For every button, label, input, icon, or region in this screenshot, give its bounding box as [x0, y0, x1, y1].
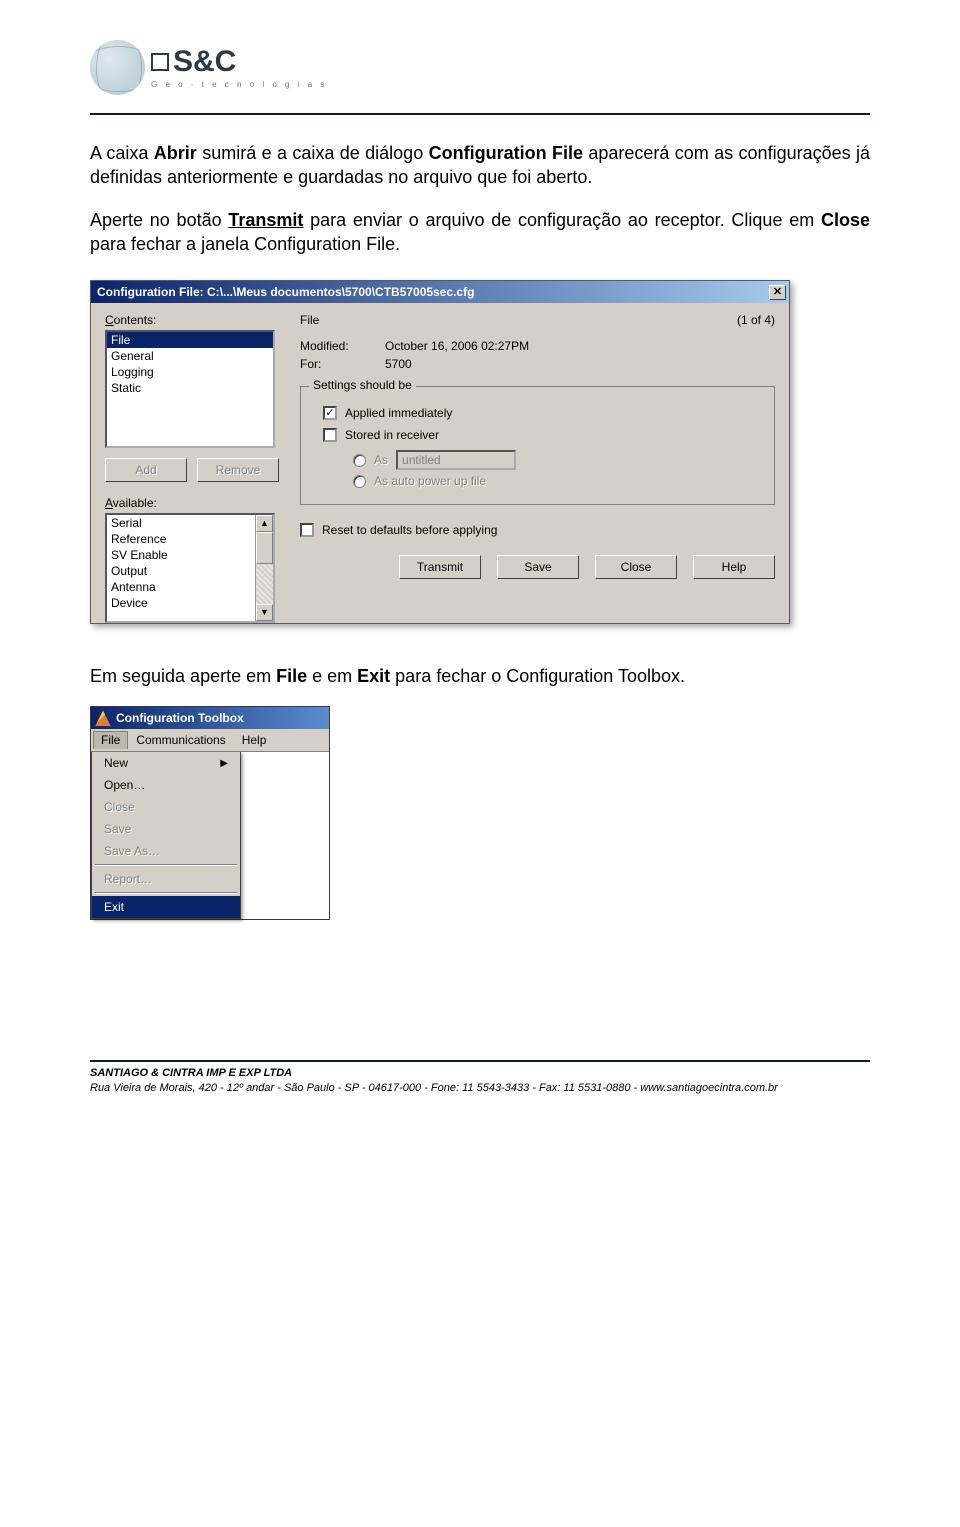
- logo-block: S&C G e o - t e c n o l o g i a s: [90, 40, 870, 95]
- logo-brand: S&C: [173, 47, 236, 77]
- file-section-label: File: [300, 313, 319, 327]
- list-item[interactable]: SV Enable: [107, 547, 273, 563]
- available-label: Available:: [105, 496, 290, 510]
- modified-label: Modified:: [300, 339, 385, 353]
- menu-separator: [95, 864, 237, 866]
- submenu-arrow-icon: ▶: [220, 758, 228, 769]
- menu-item-close[interactable]: Close: [92, 796, 240, 818]
- for-value: 5700: [385, 357, 412, 371]
- dialog-close-button[interactable]: ✕: [769, 285, 786, 300]
- menu-item-report[interactable]: Report…: [92, 868, 240, 890]
- list-item[interactable]: File: [107, 332, 273, 348]
- list-item[interactable]: General: [107, 348, 273, 364]
- menu-separator: [95, 892, 237, 894]
- menu-item-new[interactable]: New▶: [92, 752, 240, 774]
- globe-icon: [90, 40, 145, 95]
- footer-divider: [90, 1060, 870, 1062]
- menu-communications[interactable]: Communications: [128, 731, 233, 749]
- add-button[interactable]: Add: [105, 458, 187, 482]
- settings-groupbox: Settings should be ✓ Applied immediately…: [300, 385, 775, 505]
- list-item[interactable]: Output: [107, 563, 273, 579]
- dialog-titlebar: Configuration File: C:\...\Meus document…: [91, 281, 789, 303]
- list-item[interactable]: Antenna: [107, 579, 273, 595]
- menu-help[interactable]: Help: [234, 731, 275, 749]
- footer-company: SANTIAGO & CINTRA IMP E EXP LTDA: [90, 1066, 870, 1081]
- reset-defaults-label: Reset to defaults before applying: [322, 523, 497, 537]
- configuration-file-dialog: Configuration File: C:\...\Meus document…: [90, 280, 790, 624]
- stored-in-receiver-label: Stored in receiver: [345, 428, 439, 442]
- transmit-button[interactable]: Transmit: [399, 555, 481, 579]
- close-button[interactable]: Close: [595, 555, 677, 579]
- logo-tagline: G e o - t e c n o l o g i a s: [151, 81, 327, 89]
- configuration-toolbox-window: Configuration Toolbox File Communication…: [90, 706, 330, 920]
- paragraph-2: Aperte no botão Transmit para enviar o a…: [90, 208, 870, 257]
- list-item[interactable]: Static: [107, 380, 273, 396]
- for-label: For:: [300, 357, 385, 371]
- available-listbox[interactable]: Serial Reference SV Enable Output Antenn…: [105, 513, 275, 623]
- logo-square-icon: [151, 53, 169, 71]
- app-icon: [95, 710, 111, 726]
- dialog-title: Configuration File: C:\...\Meus document…: [97, 285, 474, 299]
- save-button[interactable]: Save: [497, 555, 579, 579]
- contents-label: Contents:: [105, 313, 290, 327]
- paragraph-3: Em seguida aperte em File e em Exit para…: [90, 664, 870, 688]
- page-footer: SANTIAGO & CINTRA IMP E EXP LTDA Rua Vie…: [0, 1066, 960, 1106]
- as-radio[interactable]: [353, 454, 366, 467]
- scroll-thumb[interactable]: [256, 532, 273, 564]
- menu-item-exit[interactable]: Exit: [92, 896, 240, 918]
- applied-immediately-label: Applied immediately: [345, 406, 452, 420]
- modified-value: October 16, 2006 02:27PM: [385, 339, 529, 353]
- menu-item-save-as[interactable]: Save As…: [92, 840, 240, 862]
- menu-file[interactable]: File: [93, 731, 128, 749]
- list-item[interactable]: Reference: [107, 531, 273, 547]
- remove-button[interactable]: Remove: [197, 458, 279, 482]
- scroll-up-icon[interactable]: ▲: [256, 515, 273, 532]
- file-dropdown: New▶ Open… Close Save Save As… Report… E…: [91, 752, 241, 919]
- toolbox-titlebar: Configuration Toolbox: [91, 707, 329, 729]
- groupbox-legend: Settings should be: [309, 378, 416, 392]
- toolbox-menubar: File Communications Help: [91, 729, 329, 752]
- header-divider: [90, 113, 870, 115]
- list-item[interactable]: Logging: [107, 364, 273, 380]
- stored-in-receiver-checkbox[interactable]: [323, 428, 337, 442]
- help-button[interactable]: Help: [693, 555, 775, 579]
- list-item[interactable]: Device: [107, 595, 273, 611]
- list-item[interactable]: Serial: [107, 515, 273, 531]
- available-scrollbar[interactable]: ▲ ▼: [255, 515, 273, 621]
- as-auto-powerup-label: As auto power up file: [374, 474, 486, 488]
- as-radio-label: As: [374, 453, 388, 467]
- menu-item-save[interactable]: Save: [92, 818, 240, 840]
- toolbox-title: Configuration Toolbox: [116, 711, 244, 725]
- footer-address: Rua Vieira de Morais, 420 - 12º andar - …: [90, 1081, 870, 1096]
- paragraph-1: A caixa Abrir sumirá e a caixa de diálog…: [90, 141, 870, 190]
- reset-defaults-checkbox[interactable]: [300, 523, 314, 537]
- as-auto-powerup-radio[interactable]: [353, 475, 366, 488]
- menu-item-open[interactable]: Open…: [92, 774, 240, 796]
- applied-immediately-checkbox[interactable]: ✓: [323, 406, 337, 420]
- contents-listbox[interactable]: File General Logging Static: [105, 330, 275, 448]
- scroll-down-icon[interactable]: ▼: [256, 604, 273, 621]
- as-name-input[interactable]: untitled: [396, 450, 516, 470]
- page-counter: (1 of 4): [737, 313, 775, 327]
